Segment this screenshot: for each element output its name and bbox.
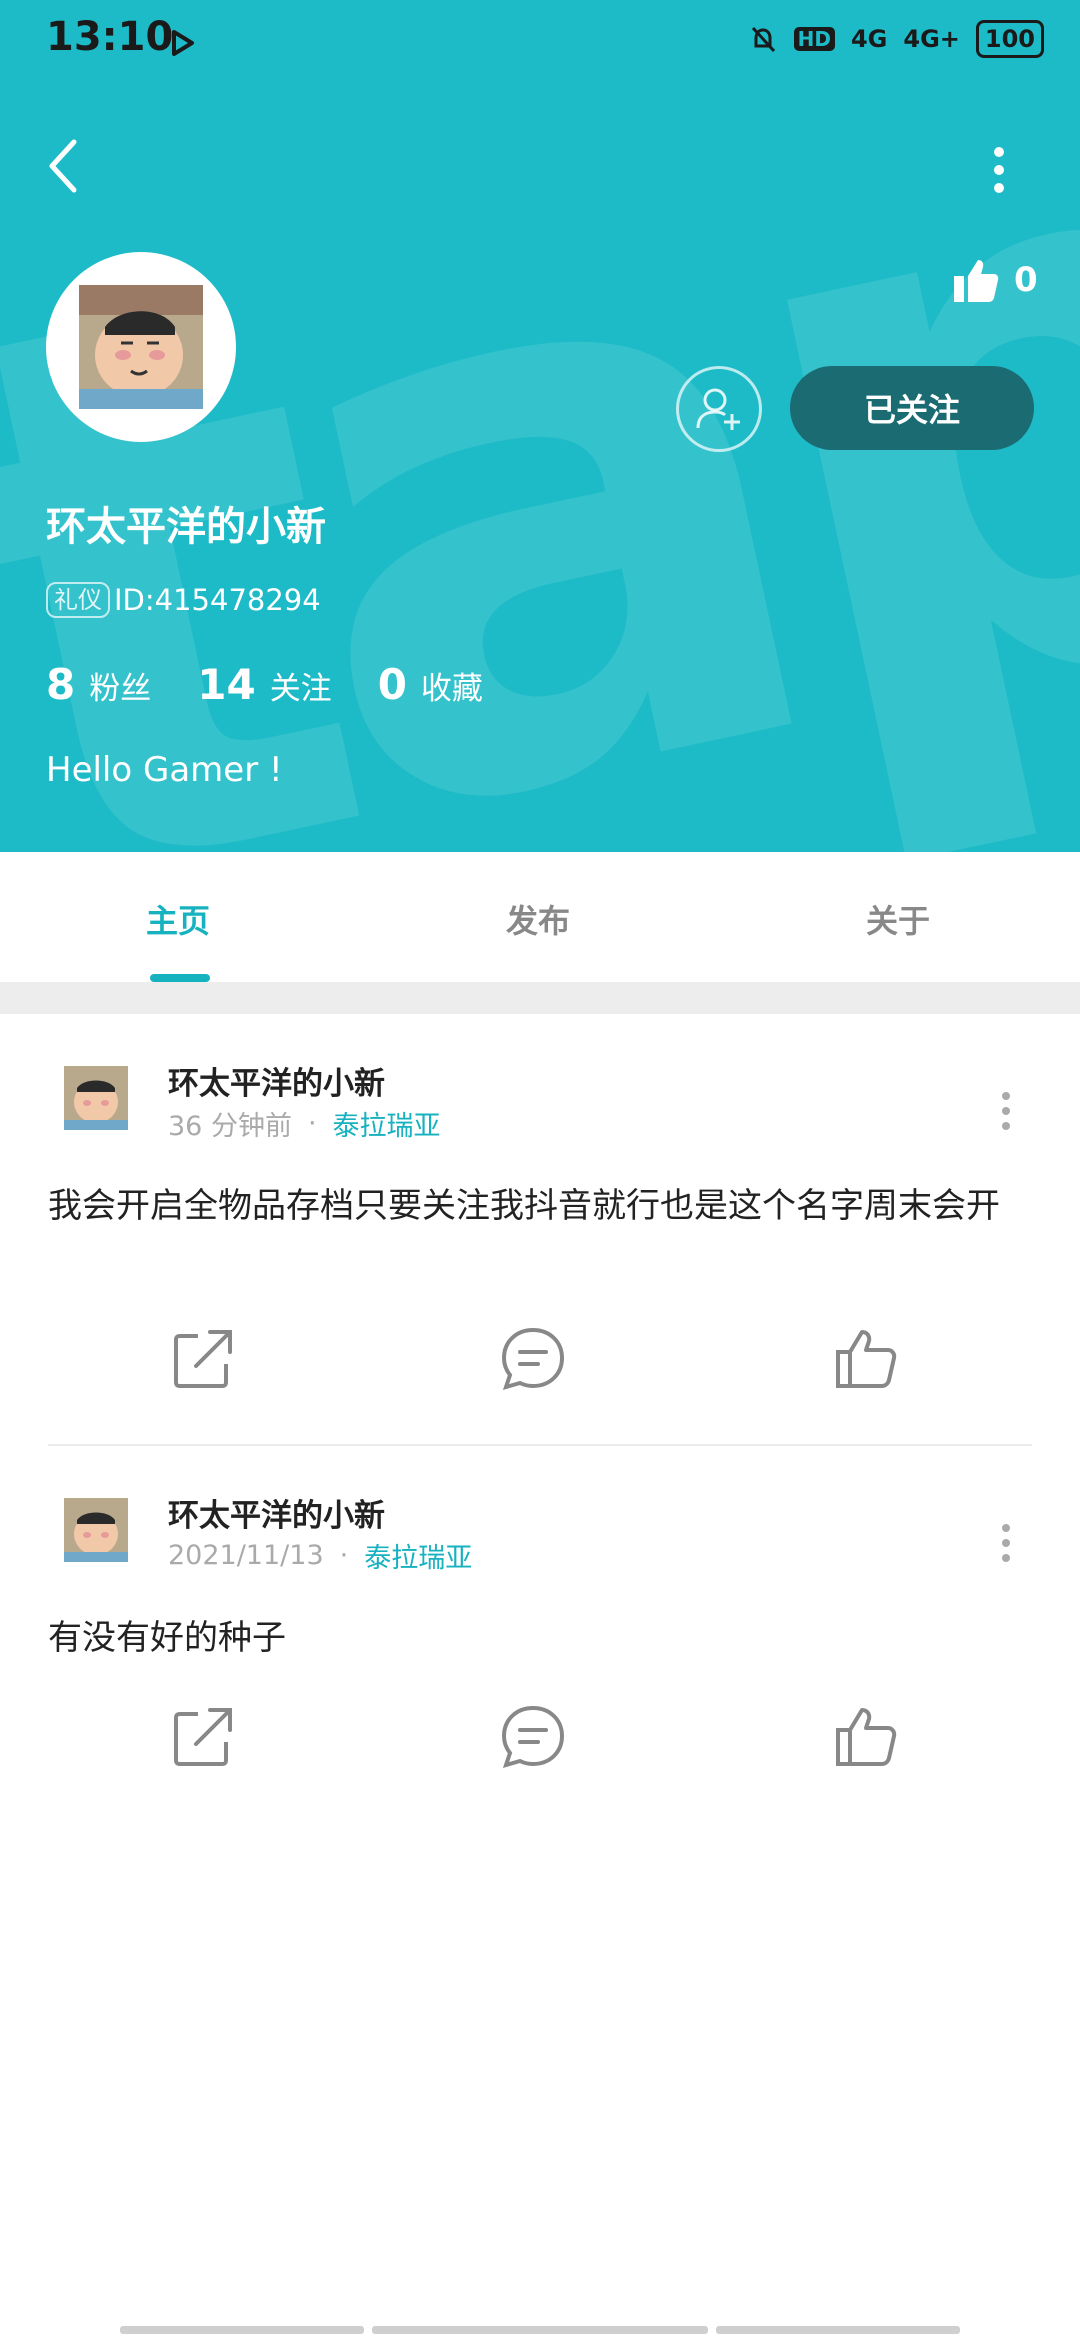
post-forum-link[interactable]: 泰拉瑞亚 <box>364 1536 472 1575</box>
stat-label: 粉丝 <box>89 671 152 707</box>
profile-id-row: 礼仪 ID:415478294 <box>46 582 321 618</box>
status-indicators: HD 4G 4G+ 100 <box>748 20 1044 58</box>
post-card[interactable]: 环太平洋的小新 2021/11/13 · 泰拉瑞亚 有没有好的种子 <box>0 1446 1080 1806</box>
follow-button[interactable]: 已关注 <box>790 366 1034 450</box>
avatar-image <box>79 285 203 409</box>
stat-value: 8 <box>46 660 76 709</box>
battery-indicator: 100 <box>975 20 1044 58</box>
post-forum-link[interactable]: 泰拉瑞亚 <box>333 1104 441 1143</box>
stat-value: 0 <box>377 660 407 709</box>
add-user-icon <box>696 388 740 430</box>
share-icon[interactable] <box>168 1702 238 1772</box>
stat-label: 关注 <box>269 671 332 707</box>
post-author-name[interactable]: 环太平洋的小新 <box>168 1058 385 1103</box>
post-time: 2021/11/13 <box>168 1540 324 1571</box>
post-more-icon[interactable] <box>996 1086 1016 1136</box>
more-menu-button[interactable] <box>984 140 1014 200</box>
stat-following[interactable]: 14 关注 <box>197 660 331 709</box>
back-button[interactable] <box>44 136 84 196</box>
profile-header: tapt 13:10 HD 4G 4G+ 100 0 已关注 环太平洋的小新 礼… <box>0 0 1080 852</box>
network-4g: 4G <box>850 25 888 53</box>
user-id: ID:415478294 <box>114 583 321 617</box>
status-time: 13:10 <box>46 14 174 60</box>
thumbs-up-icon[interactable] <box>832 1702 902 1772</box>
meta-separator: · <box>307 1108 317 1139</box>
nav-gesture-bar <box>372 2326 708 2334</box>
nav-gesture-bar <box>120 2326 364 2334</box>
post-more-icon[interactable] <box>996 1518 1016 1568</box>
post-time: 36 分钟前 <box>168 1111 292 1142</box>
status-bar: 13:10 HD 4G 4G+ 100 <box>0 0 1080 82</box>
profile-tabs: 主页 发布 关于 <box>0 852 1080 982</box>
play-icon <box>172 30 194 56</box>
profile-stats: 8 粉丝 14 关注 0 收藏 <box>46 660 529 709</box>
stat-label: 收藏 <box>420 671 483 707</box>
section-gap <box>0 982 1080 1014</box>
post-meta: 2021/11/13 · 泰拉瑞亚 <box>168 1536 472 1575</box>
profile-avatar[interactable] <box>46 252 236 442</box>
post-author-avatar[interactable] <box>64 1066 128 1130</box>
stat-fans[interactable]: 8 粉丝 <box>46 660 151 709</box>
user-tag-badge: 礼仪 <box>46 582 110 618</box>
hd-badge: HD <box>793 27 835 51</box>
nav-gesture-bar <box>716 2326 960 2334</box>
tab-active-indicator <box>150 974 210 982</box>
meta-separator: · <box>339 1540 349 1571</box>
post-card[interactable]: 环太平洋的小新 36 分钟前 · 泰拉瑞亚 我会开启全物品存档只要关注我抖音就行… <box>0 1014 1080 1444</box>
post-content[interactable]: 有没有好的种子 <box>48 1610 1028 1666</box>
like-count-value: 0 <box>1014 260 1038 300</box>
profile-like-count[interactable]: 0 <box>952 256 1038 304</box>
profile-bio: Hello Gamer ! <box>46 750 283 790</box>
comment-icon[interactable] <box>498 1324 568 1394</box>
thumbs-up-icon[interactable] <box>832 1324 902 1394</box>
post-author-name[interactable]: 环太平洋的小新 <box>168 1490 385 1535</box>
bell-off-icon <box>751 26 775 53</box>
tab-home[interactable]: 主页 <box>146 896 210 942</box>
thumbs-up-icon <box>954 260 999 302</box>
profile-username: 环太平洋的小新 <box>46 504 326 550</box>
post-author-avatar[interactable] <box>64 1498 128 1562</box>
share-icon[interactable] <box>168 1324 238 1394</box>
post-content[interactable]: 我会开启全物品存档只要关注我抖音就行也是这个名字周末会开 <box>48 1178 1028 1234</box>
comment-icon[interactable] <box>498 1702 568 1772</box>
stat-value: 14 <box>197 660 256 709</box>
tab-posts[interactable]: 发布 <box>506 896 570 942</box>
stat-favorites[interactable]: 0 收藏 <box>378 660 483 709</box>
post-meta: 36 分钟前 · 泰拉瑞亚 <box>168 1104 441 1143</box>
add-friend-button[interactable] <box>676 366 762 452</box>
network-4g-plus: 4G+ <box>903 25 960 53</box>
tab-about[interactable]: 关于 <box>866 896 930 942</box>
